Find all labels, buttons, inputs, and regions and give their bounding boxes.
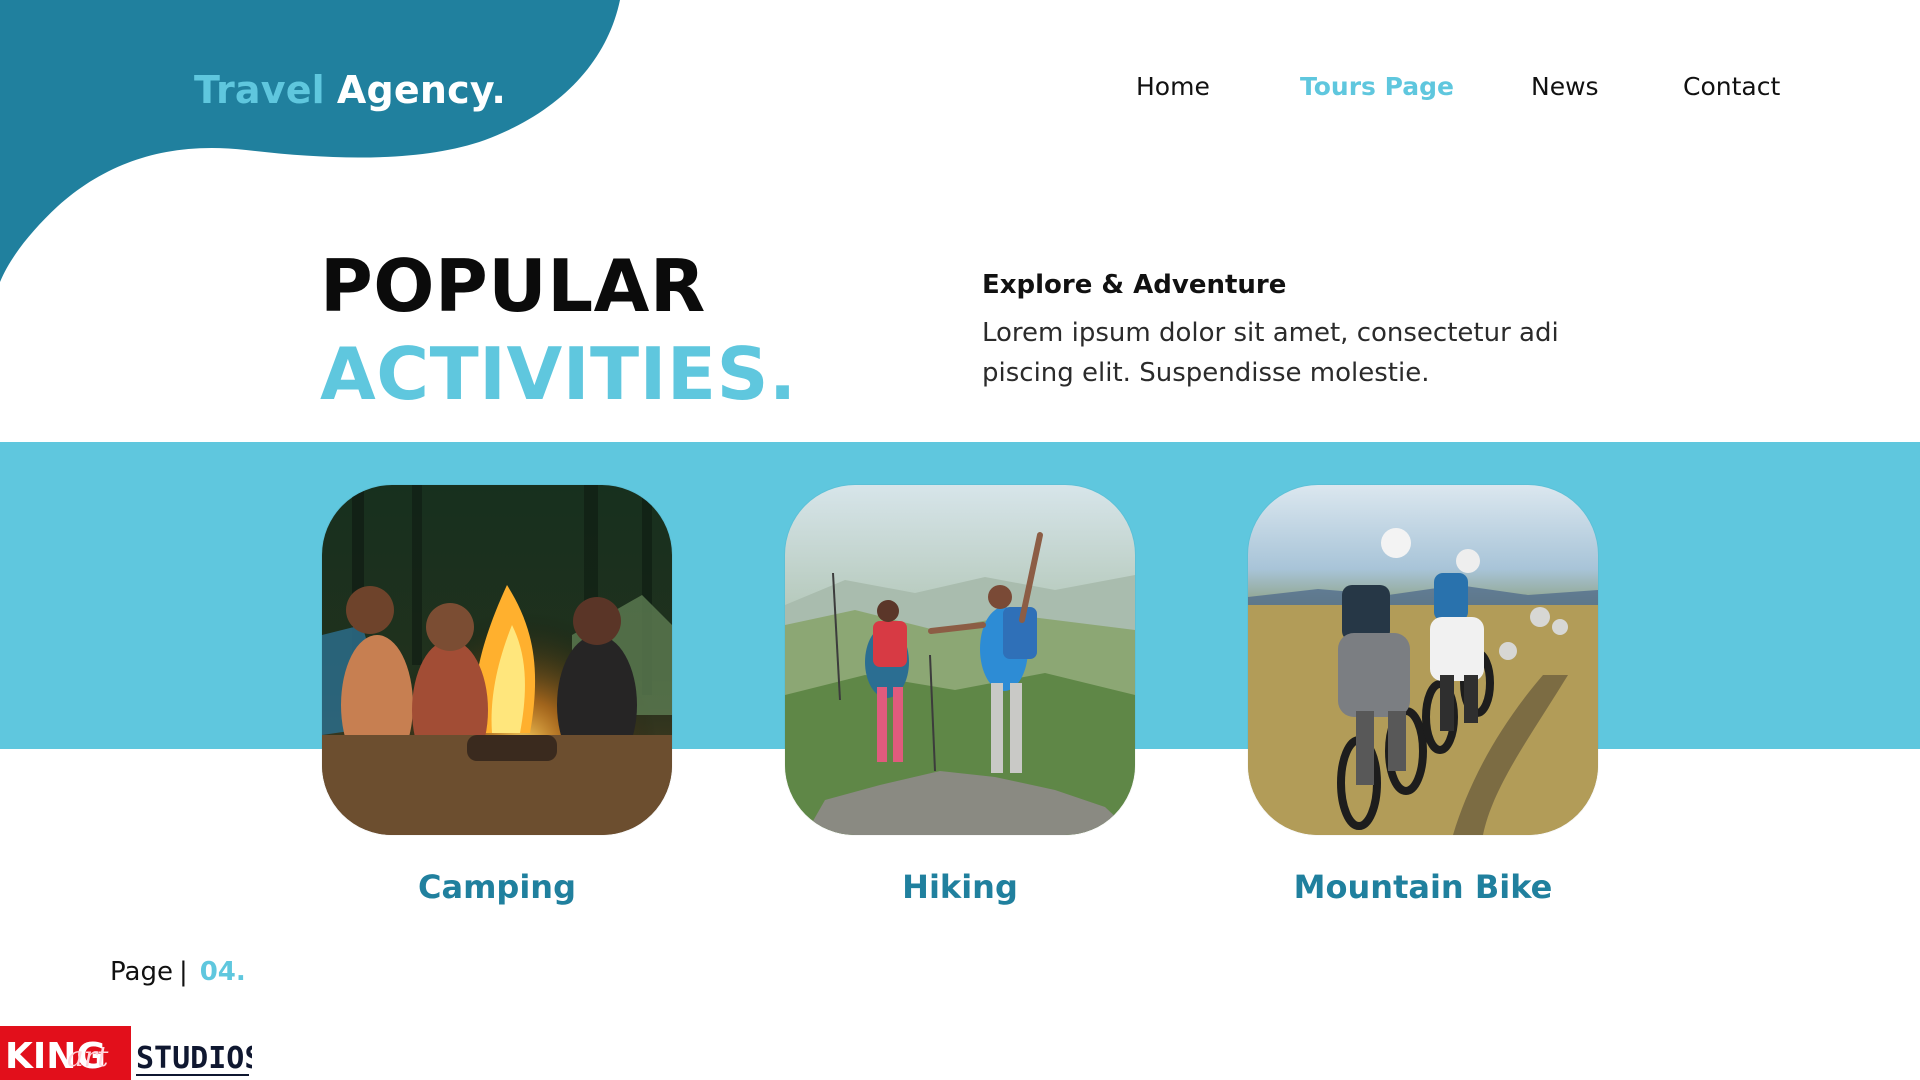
page-label: Page [110,957,173,987]
activity-label-mountain-bike[interactable]: Mountain Bike [1248,868,1598,906]
page-indicator: Page | 04. [110,957,246,987]
kingart-studios-watermark-icon: KING art STUDIOS [0,1026,252,1080]
explore-section: Explore & Adventure Lorem ipsum dolor si… [982,270,1622,393]
top-navigation: Home Tours Page News Contact [0,72,1920,116]
page-separator: | [178,957,188,987]
activity-card-camping[interactable] [322,485,672,835]
nav-item-contact[interactable]: Contact [1683,72,1780,101]
activity-label-camping[interactable]: Camping [322,868,672,906]
nav-item-tours-page[interactable]: Tours Page [1300,72,1454,101]
nav-item-news[interactable]: News [1531,72,1599,101]
explore-description: Lorem ipsum dolor sit amet, consectetur … [982,318,1559,388]
nav-item-home[interactable]: Home [1136,72,1210,101]
activity-label-hiking[interactable]: Hiking [785,868,1135,906]
hero-title-line1: POPULAR [320,244,706,328]
activity-card-hiking[interactable] [785,485,1135,835]
hikers-mountain-photo-icon [785,485,1135,835]
activity-card-mountain-bike[interactable] [1248,485,1598,835]
explore-title: Explore & Adventure [982,270,1287,300]
campfire-photo-icon [322,485,672,835]
svg-text:STUDIOS: STUDIOS [136,1041,252,1076]
mountain-bikers-photo-icon [1248,485,1598,835]
hero-title: POPULAR ACTIVITIES. [320,250,797,410]
page-number: 04. [199,957,246,987]
hero-title-line2: ACTIVITIES. [320,332,797,416]
svg-text:art: art [67,1040,109,1073]
